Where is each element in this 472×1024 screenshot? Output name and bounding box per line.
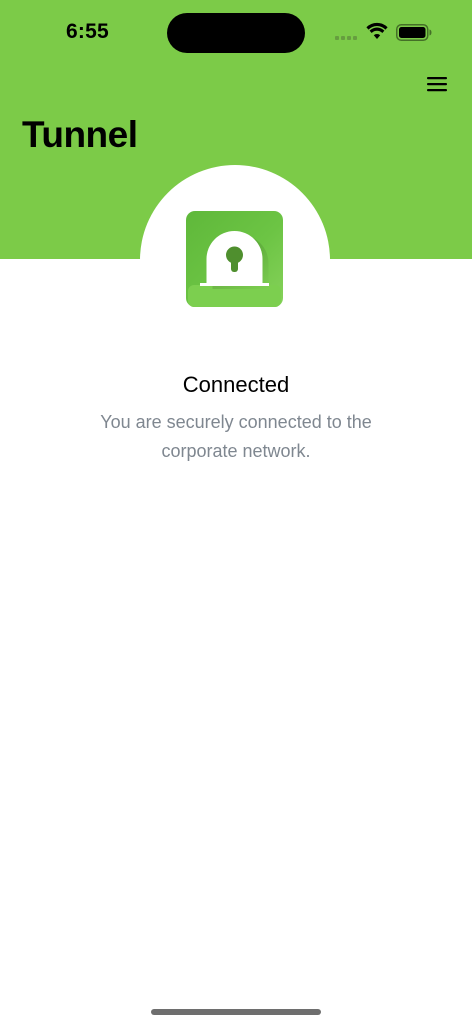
wifi-icon — [366, 22, 388, 39]
page-title: Tunnel — [22, 114, 138, 155]
app-screen: 6:55 Tunnel Connected You are securely c… — [0, 0, 472, 1024]
hamburger-menu-icon — [427, 77, 447, 92]
connection-status-title: Connected — [182, 372, 290, 397]
status-time: 6:55 — [66, 20, 109, 43]
menu-button[interactable] — [420, 70, 454, 98]
cellular-signal-icon — [335, 36, 357, 40]
status-bar: 6:55 — [0, 0, 472, 60]
connection-status-description: You are securely connected to the corpor… — [100, 412, 372, 461]
keyhole-lock-icon — [186, 211, 283, 307]
battery-full-icon — [396, 24, 432, 41]
dynamic-island — [167, 13, 305, 53]
home-indicator[interactable] — [151, 1009, 321, 1015]
